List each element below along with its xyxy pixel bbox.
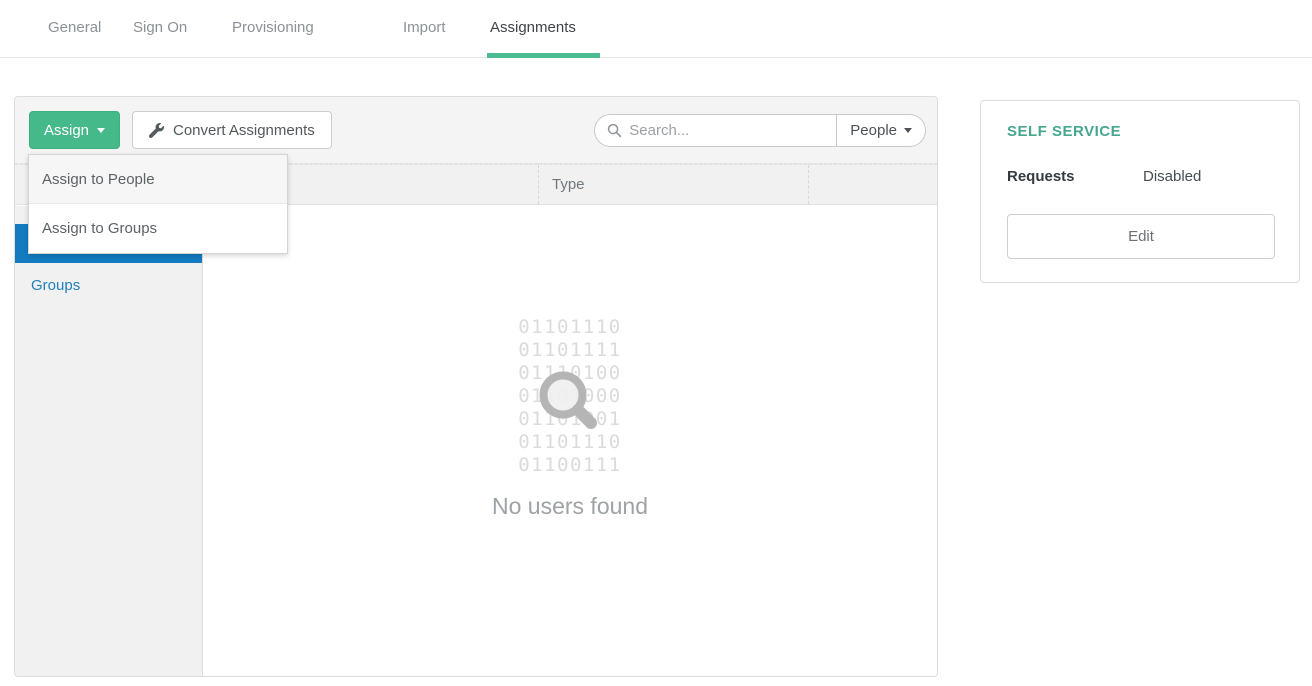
binary-line: 01101110 — [203, 316, 937, 339]
chevron-down-icon — [904, 128, 912, 133]
self-service-panel: SELF SERVICE Requests Disabled Edit — [980, 100, 1300, 283]
assignments-content: 01101110 01101111 01110100 01101000 0110… — [203, 206, 937, 676]
search-box — [594, 114, 836, 147]
app-tab-bar: General Sign On Provisioning Import Assi… — [0, 0, 1312, 58]
tab-import[interactable]: Import — [403, 19, 446, 36]
menu-item-assign-to-groups[interactable]: Assign to Groups — [29, 204, 287, 253]
assign-dropdown-menu: Assign to People Assign to Groups — [28, 154, 288, 254]
tabbar-divider — [0, 57, 1312, 58]
requests-value: Disabled — [1143, 168, 1201, 185]
search-scope-dropdown[interactable]: People — [836, 114, 926, 147]
assign-button-label: Assign — [44, 122, 89, 139]
menu-item-assign-to-people[interactable]: Assign to People — [29, 155, 287, 204]
sidebar-item-groups[interactable]: Groups — [15, 269, 202, 303]
tab-assignments[interactable]: Assignments — [490, 19, 576, 36]
tab-general[interactable]: General — [48, 19, 101, 36]
assign-button[interactable]: Assign — [29, 111, 120, 149]
tab-provisioning[interactable]: Provisioning — [232, 19, 314, 36]
assignments-body: People Groups 01101110 01101111 01110100… — [15, 206, 937, 676]
wrench-icon — [149, 123, 164, 138]
edit-button[interactable]: Edit — [1007, 214, 1275, 259]
search-group: People — [594, 114, 926, 147]
empty-state: 01101110 01101111 01110100 01101000 0110… — [203, 316, 937, 520]
column-header-type[interactable]: Type — [538, 165, 808, 204]
convert-assignments-label: Convert Assignments — [173, 122, 315, 139]
self-service-heading: SELF SERVICE — [1007, 123, 1121, 140]
binary-line: 01100111 — [203, 454, 937, 477]
magnifier-icon — [536, 368, 604, 445]
requests-label: Requests — [1007, 168, 1075, 185]
search-scope-label: People — [850, 122, 897, 139]
empty-state-message: No users found — [203, 493, 937, 520]
active-tab-underline — [487, 53, 600, 58]
tab-sign-on[interactable]: Sign On — [133, 19, 187, 36]
convert-assignments-button[interactable]: Convert Assignments — [132, 111, 332, 149]
chevron-down-icon — [97, 128, 105, 133]
binary-line: 01101111 — [203, 339, 937, 362]
column-header-actions — [808, 165, 937, 204]
search-input[interactable] — [629, 122, 809, 139]
search-icon — [607, 123, 622, 138]
filter-sidebar: People Groups — [15, 206, 203, 676]
